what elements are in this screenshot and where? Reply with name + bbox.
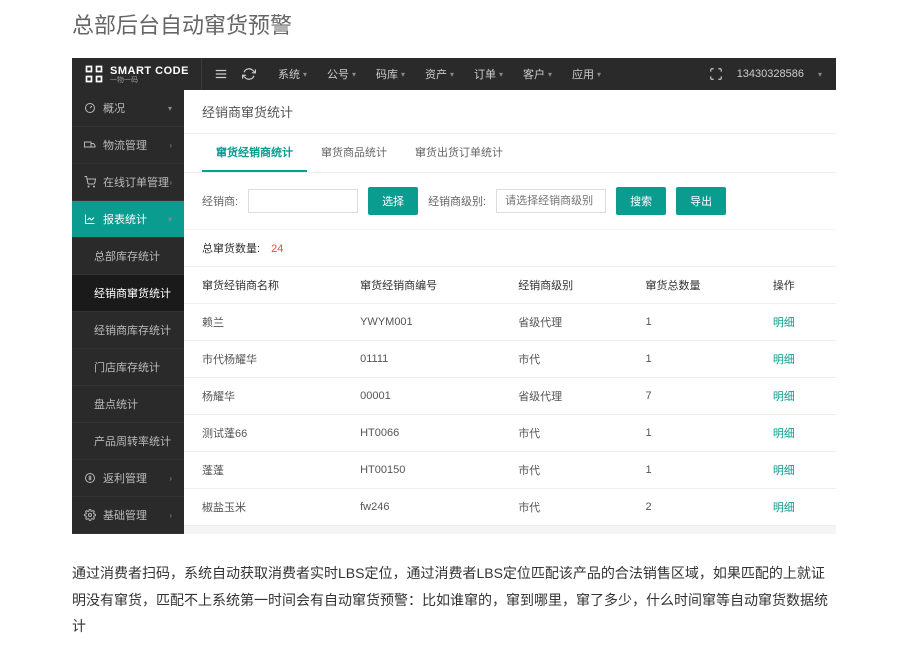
total-value: 24	[271, 243, 283, 255]
cell-name: 椒盐玉米	[184, 489, 342, 526]
dealer-label: 经销商:	[202, 193, 238, 209]
tabs: 窜货经销商统计 窜货商品统计 窜货出货订单统计	[184, 133, 836, 172]
table-header-row: 窜货经销商名称 窜货经销商编号 经销商级别 窜货总数量 操作	[184, 267, 836, 304]
cell-name: 测试蓬66	[184, 415, 342, 452]
logo-icon	[84, 64, 104, 84]
content: 经销商窜货统计 窜货经销商统计 窜货商品统计 窜货出货订单统计 经销商: 选择 …	[184, 90, 836, 534]
dashboard-icon	[84, 102, 96, 114]
detail-link[interactable]: 明细	[773, 391, 795, 403]
table-row: 测试蓬66 HT0066 市代 1 明细	[184, 415, 836, 452]
gear-icon	[84, 509, 96, 521]
filter-bar: 经销商: 选择 经销商级别: 搜索 导出	[184, 172, 836, 229]
th-qty: 窜货总数量	[628, 267, 755, 304]
cell-level: 市代	[500, 452, 627, 489]
cell-qty: 1	[628, 304, 755, 341]
sidebar-dealer-stock[interactable]: 经销商库存统计	[72, 312, 184, 349]
cell-level: 市代	[500, 341, 627, 378]
sidebar-dealer-diversion[interactable]: 经销商窜货统计	[72, 275, 184, 312]
tab-order-stats[interactable]: 窜货出货订单统计	[401, 134, 517, 172]
topnav-customers[interactable]: 客户▾	[513, 58, 562, 90]
cell-code: HT0066	[342, 415, 500, 452]
money-icon	[84, 472, 96, 484]
topnav-apps[interactable]: 应用▾	[562, 58, 611, 90]
cell-qty: 1	[628, 452, 755, 489]
cell-qty: 1	[628, 415, 755, 452]
cell-level: 市代	[500, 415, 627, 452]
user-chevron-icon[interactable]: ▾	[818, 70, 822, 79]
description-text: 通过消费者扫码，系统自动获取消费者实时LBS定位，通过消费者LBS定位匹配该产品…	[0, 534, 908, 660]
detail-link[interactable]: 明细	[773, 465, 795, 477]
results-table: 窜货经销商名称 窜货经销商编号 经销商级别 窜货总数量 操作 赖兰 YWYM00…	[184, 266, 836, 526]
topnav: 系统▾ 公号▾ 码库▾ 资产▾ 订单▾ 客户▾ 应用▾	[268, 58, 709, 90]
cart-icon	[84, 176, 96, 188]
tab-dealer-stats[interactable]: 窜货经销商统计	[202, 134, 307, 172]
content-title: 经销商窜货统计	[184, 90, 836, 133]
truck-icon	[84, 139, 96, 151]
detail-link[interactable]: 明细	[773, 502, 795, 514]
table-row: 赖兰 YWYM001 省级代理 1 明细	[184, 304, 836, 341]
th-action: 操作	[755, 267, 836, 304]
sidebar-overview[interactable]: 概况▾	[72, 90, 184, 127]
sidebar-store-stock[interactable]: 门店库存统计	[72, 349, 184, 386]
search-button[interactable]: 搜索	[616, 187, 666, 215]
phone-number[interactable]: 13430328586	[737, 68, 804, 80]
sidebar-inventory[interactable]: 盘点统计	[72, 386, 184, 423]
level-select[interactable]	[496, 189, 606, 213]
cell-code: fw246	[342, 489, 500, 526]
cell-code: HT00150	[342, 452, 500, 489]
menu-icon[interactable]	[214, 67, 228, 81]
topnav-system[interactable]: 系统▾	[268, 58, 317, 90]
admin-app: SMART CODE 一物一码 系统▾ 公号▾ 码库▾ 资产▾ 订单▾ 客户▾ …	[72, 58, 836, 534]
dealer-input[interactable]	[248, 189, 358, 213]
page-title: 总部后台自动窜货预警	[0, 0, 908, 58]
table-row: 市代杨耀华 01111 市代 1 明细	[184, 341, 836, 378]
cell-qty: 7	[628, 378, 755, 415]
tab-product-stats[interactable]: 窜货商品统计	[307, 134, 401, 172]
topnav-assets[interactable]: 资产▾	[415, 58, 464, 90]
sidebar: 概况▾ 物流管理› 在线订单管理› 报表统计▾ 总部库存统计 经销商窜货统计 经…	[72, 90, 184, 534]
refresh-icon[interactable]	[242, 67, 256, 81]
topnav-account[interactable]: 公号▾	[317, 58, 366, 90]
cell-code: YWYM001	[342, 304, 500, 341]
detail-link[interactable]: 明细	[773, 428, 795, 440]
fullscreen-icon[interactable]	[709, 67, 723, 81]
table-row: 椒盐玉米 fw246 市代 2 明细	[184, 489, 836, 526]
cell-qty: 1	[628, 341, 755, 378]
cell-qty: 2	[628, 489, 755, 526]
topnav-codes[interactable]: 码库▾	[366, 58, 415, 90]
cell-level: 省级代理	[500, 304, 627, 341]
chart-icon	[84, 213, 96, 225]
cell-name: 杨耀华	[184, 378, 342, 415]
sidebar-rebate[interactable]: 返利管理›	[72, 460, 184, 497]
sidebar-online-orders[interactable]: 在线订单管理›	[72, 164, 184, 201]
total-label: 总窜货数量:	[202, 243, 260, 255]
logo-subtext: 一物一码	[110, 77, 189, 84]
th-level: 经销商级别	[500, 267, 627, 304]
table-row: 蓬蓬 HT00150 市代 1 明细	[184, 452, 836, 489]
sidebar-hq-stock[interactable]: 总部库存统计	[72, 238, 184, 275]
cell-level: 市代	[500, 489, 627, 526]
choose-button[interactable]: 选择	[368, 187, 418, 215]
cell-code: 01111	[342, 341, 500, 378]
detail-link[interactable]: 明细	[773, 317, 795, 329]
sidebar-logistics[interactable]: 物流管理›	[72, 127, 184, 164]
logo: SMART CODE 一物一码	[72, 58, 202, 90]
sidebar-turnover[interactable]: 产品周转率统计	[72, 423, 184, 460]
topbar: SMART CODE 一物一码 系统▾ 公号▾ 码库▾ 资产▾ 订单▾ 客户▾ …	[72, 58, 836, 90]
topnav-orders[interactable]: 订单▾	[464, 58, 513, 90]
cell-level: 省级代理	[500, 378, 627, 415]
table-row: 杨耀华 00001 省级代理 7 明细	[184, 378, 836, 415]
export-button[interactable]: 导出	[676, 187, 726, 215]
level-label: 经销商级别:	[428, 193, 486, 209]
sidebar-reports[interactable]: 报表统计▾	[72, 201, 184, 238]
detail-link[interactable]: 明细	[773, 354, 795, 366]
th-code: 窜货经销商编号	[342, 267, 500, 304]
cell-code: 00001	[342, 378, 500, 415]
logo-text: SMART CODE	[110, 65, 189, 77]
cell-name: 蓬蓬	[184, 452, 342, 489]
total-bar: 总窜货数量: 24	[184, 229, 836, 266]
cell-name: 市代杨耀华	[184, 341, 342, 378]
th-name: 窜货经销商名称	[184, 267, 342, 304]
cell-name: 赖兰	[184, 304, 342, 341]
